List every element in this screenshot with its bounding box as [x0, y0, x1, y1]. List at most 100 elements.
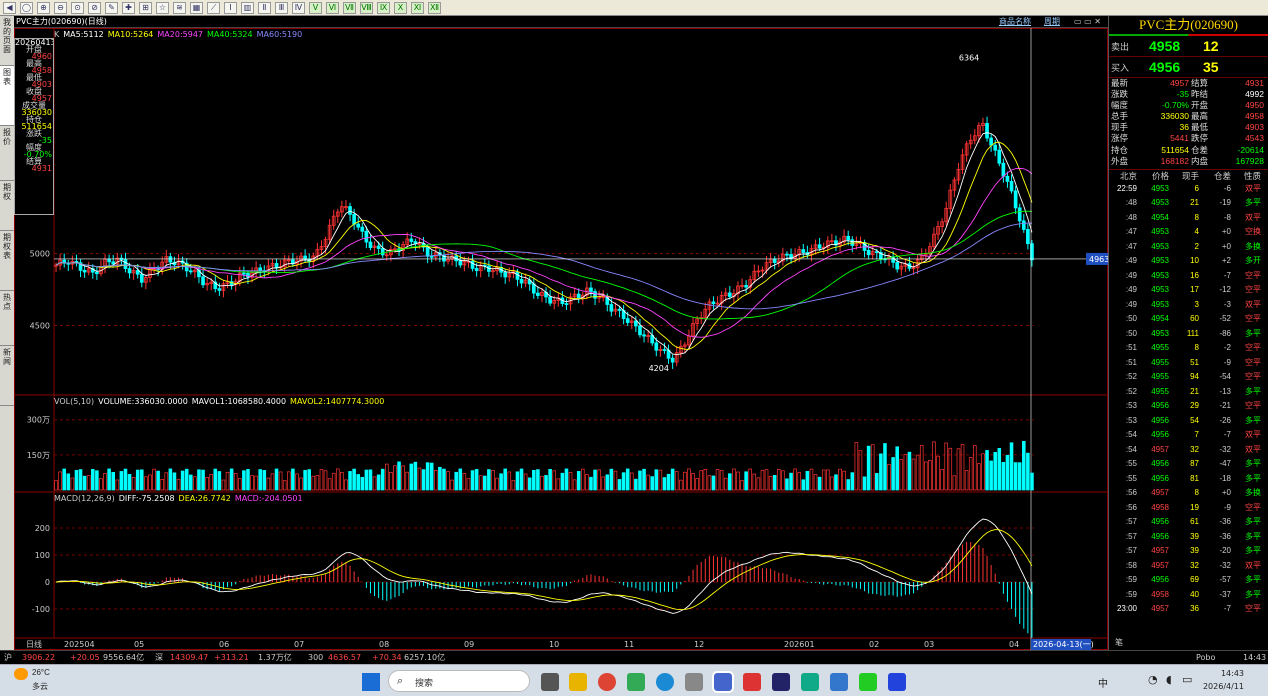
- tick-row[interactable]: :48 4954 8 -8 双平: [1109, 211, 1268, 226]
- tick-row[interactable]: :53 4956 29 -21 空平: [1109, 399, 1268, 414]
- tick-row[interactable]: :59 4958 40 -37 多平: [1109, 588, 1268, 603]
- tick-row[interactable]: :49 4953 17 -12 空平: [1109, 283, 1268, 298]
- tick-row[interactable]: :59 4956 69 -57 多平: [1109, 573, 1268, 588]
- toolbar-button-19[interactable]: Ⅵ: [326, 1, 339, 14]
- tick-row[interactable]: :47 4953 2 +0 多换: [1109, 240, 1268, 255]
- tick-row[interactable]: :55 4956 87 -47 多平: [1109, 457, 1268, 472]
- stats-row: 外盘 168182 内盘 167928: [1109, 156, 1268, 167]
- toolbar-button-0[interactable]: ◀: [3, 1, 16, 14]
- app-icon-green[interactable]: [627, 673, 645, 691]
- tick-row[interactable]: :55 4956 81 -18 多平: [1109, 472, 1268, 487]
- tick-row[interactable]: :52 4955 21 -13 多平: [1109, 385, 1268, 400]
- tick-row[interactable]: :58 4957 32 -32 双平: [1109, 559, 1268, 574]
- left-tab-3[interactable]: 期权: [0, 181, 14, 231]
- stats-cell: 内盘: [1191, 155, 1209, 166]
- tick-cell: :57: [1125, 531, 1137, 541]
- tick-row[interactable]: :54 4956 7 -7 双平: [1109, 428, 1268, 443]
- trading-app-icon[interactable]: [712, 671, 734, 693]
- tick-row[interactable]: :56 4958 19 -9 空平: [1109, 501, 1268, 516]
- toolbar-button-21[interactable]: Ⅷ: [360, 1, 373, 14]
- toolbar-button-11[interactable]: ▦: [190, 1, 203, 14]
- weather-icon[interactable]: [14, 668, 28, 680]
- tick-row[interactable]: :57 4956 61 -36 多平: [1109, 515, 1268, 530]
- tick-row[interactable]: 22:59 4953 6 -6 双平: [1109, 182, 1268, 197]
- toolbar-button-3[interactable]: ⊖: [54, 1, 67, 14]
- toolbar-button-8[interactable]: ⊞: [139, 1, 152, 14]
- toolbar-button-14[interactable]: ▥: [241, 1, 254, 14]
- tick-row[interactable]: :57 4956 39 -36 多平: [1109, 530, 1268, 545]
- toolbar-button-24[interactable]: Ⅺ: [411, 1, 424, 14]
- toolbar-button-13[interactable]: Ⅰ: [224, 1, 237, 14]
- tick-row[interactable]: :51 4955 51 -9 空平: [1109, 356, 1268, 371]
- tick-row[interactable]: :50 4954 60 -52 空平: [1109, 312, 1268, 327]
- toolbar-button-2[interactable]: ⊕: [37, 1, 50, 14]
- chart-svg[interactable]: 5000 4500 6364 4204 4963 300万 150万 200 100 0 -100 日…: [14, 28, 1108, 650]
- task-view-icon[interactable]: [541, 673, 559, 691]
- period-link[interactable]: 周期: [1044, 16, 1060, 28]
- toolbar-button-9[interactable]: ☆: [156, 1, 169, 14]
- app-icon-dark[interactable]: [772, 673, 790, 691]
- toolbar-button-17[interactable]: Ⅳ: [292, 1, 305, 14]
- tick-row[interactable]: :54 4957 32 -32 双平: [1109, 443, 1268, 458]
- toolbar-button-23[interactable]: Ⅹ: [394, 1, 407, 14]
- window-controls[interactable]: ▭ ▭ ✕: [1074, 16, 1101, 28]
- app-icon-blue2[interactable]: [888, 673, 906, 691]
- wifi-icon[interactable]: ◔: [1148, 673, 1158, 686]
- weather-temp[interactable]: 26°C: [32, 668, 50, 677]
- toolbar-button-4[interactable]: ⊙: [71, 1, 84, 14]
- tick-row[interactable]: :49 4953 3 -3 双平: [1109, 298, 1268, 313]
- app-icon-blue[interactable]: [830, 673, 848, 691]
- tick-row[interactable]: :52 4955 94 -54 空平: [1109, 370, 1268, 385]
- start-button-icon[interactable]: [362, 673, 380, 691]
- calculator-icon[interactable]: [685, 673, 703, 691]
- wps-icon[interactable]: [743, 673, 761, 691]
- tick-row[interactable]: :47 4953 4 +0 空换: [1109, 225, 1268, 240]
- tick-list[interactable]: 22:59 4953 6 -6 双平:48 4953 21 -19 多平:48 4954 8 -8 双平…: [1109, 182, 1268, 617]
- app-icon-teal[interactable]: [801, 673, 819, 691]
- tick-row[interactable]: :57 4957 39 -20 多平: [1109, 544, 1268, 559]
- toolbar-button-16[interactable]: Ⅲ: [275, 1, 288, 14]
- product-name-link[interactable]: 商品名称: [999, 16, 1031, 28]
- clock-date[interactable]: 2026/4/11: [1196, 682, 1244, 691]
- volume-bar: [858, 450, 863, 491]
- toolbar-button-18[interactable]: Ⅴ: [309, 1, 322, 14]
- x-tick-label: 06: [219, 640, 229, 649]
- left-tab-6[interactable]: 新闻: [0, 346, 14, 406]
- tick-row[interactable]: :51 4955 8 -2 空平: [1109, 341, 1268, 356]
- toolbar-button-15[interactable]: Ⅱ: [258, 1, 271, 14]
- left-tab-4[interactable]: 期权表: [0, 231, 14, 291]
- volume-bar: [1026, 452, 1030, 491]
- toolbar-button-1[interactable]: ◯: [20, 1, 33, 14]
- tick-row[interactable]: :53 4956 54 -26 多平: [1109, 414, 1268, 429]
- left-tab-2[interactable]: 报价: [0, 126, 14, 181]
- toolbar-button-22[interactable]: Ⅸ: [377, 1, 390, 14]
- toolbar-button-5[interactable]: ⊘: [88, 1, 101, 14]
- wechat-icon[interactable]: [859, 673, 877, 691]
- tick-row[interactable]: :50 4953 111 -86 多平: [1109, 327, 1268, 342]
- ime-indicator[interactable]: 中: [1098, 675, 1108, 690]
- battery-icon[interactable]: ▭: [1182, 673, 1192, 686]
- toolbar-button-10[interactable]: ≋: [173, 1, 186, 14]
- tick-row[interactable]: :49 4953 16 -7 空平: [1109, 269, 1268, 284]
- volume-bar: [977, 463, 981, 491]
- tick-row[interactable]: :56 4957 8 +0 多换: [1109, 486, 1268, 501]
- toolbar-button-12[interactable]: ⟋: [207, 1, 220, 14]
- toolbar-button-6[interactable]: ✎: [105, 1, 118, 14]
- toolbar-button-25[interactable]: Ⅻ: [428, 1, 441, 14]
- kline-chart[interactable]: 5000 4500 6364 4204 4963 300万 150万 200 100 0 -100 日…: [14, 28, 1108, 650]
- chrome-icon[interactable]: [598, 673, 616, 691]
- tick-row[interactable]: :49 4953 10 +2 多开: [1109, 254, 1268, 269]
- file-explorer-icon[interactable]: [569, 673, 587, 691]
- left-tab-1[interactable]: 图表: [0, 66, 14, 126]
- left-tab-0[interactable]: 我的页面: [0, 16, 14, 66]
- volume-icon[interactable]: ◖: [1166, 673, 1172, 686]
- toolbar-button-20[interactable]: Ⅶ: [343, 1, 356, 14]
- tick-row[interactable]: :48 4953 21 -19 多平: [1109, 196, 1268, 211]
- toolbar-button-7[interactable]: ✚: [122, 1, 135, 14]
- tick-row[interactable]: 23:00 4957 36 -7 空平: [1109, 602, 1268, 617]
- weather-desc[interactable]: 多云: [32, 681, 48, 692]
- left-tab-5[interactable]: 热点: [0, 291, 14, 346]
- search-box[interactable]: ⌕ 搜索: [388, 670, 530, 692]
- clock-time[interactable]: 14:43: [1208, 669, 1244, 678]
- edge-icon[interactable]: [656, 673, 674, 691]
